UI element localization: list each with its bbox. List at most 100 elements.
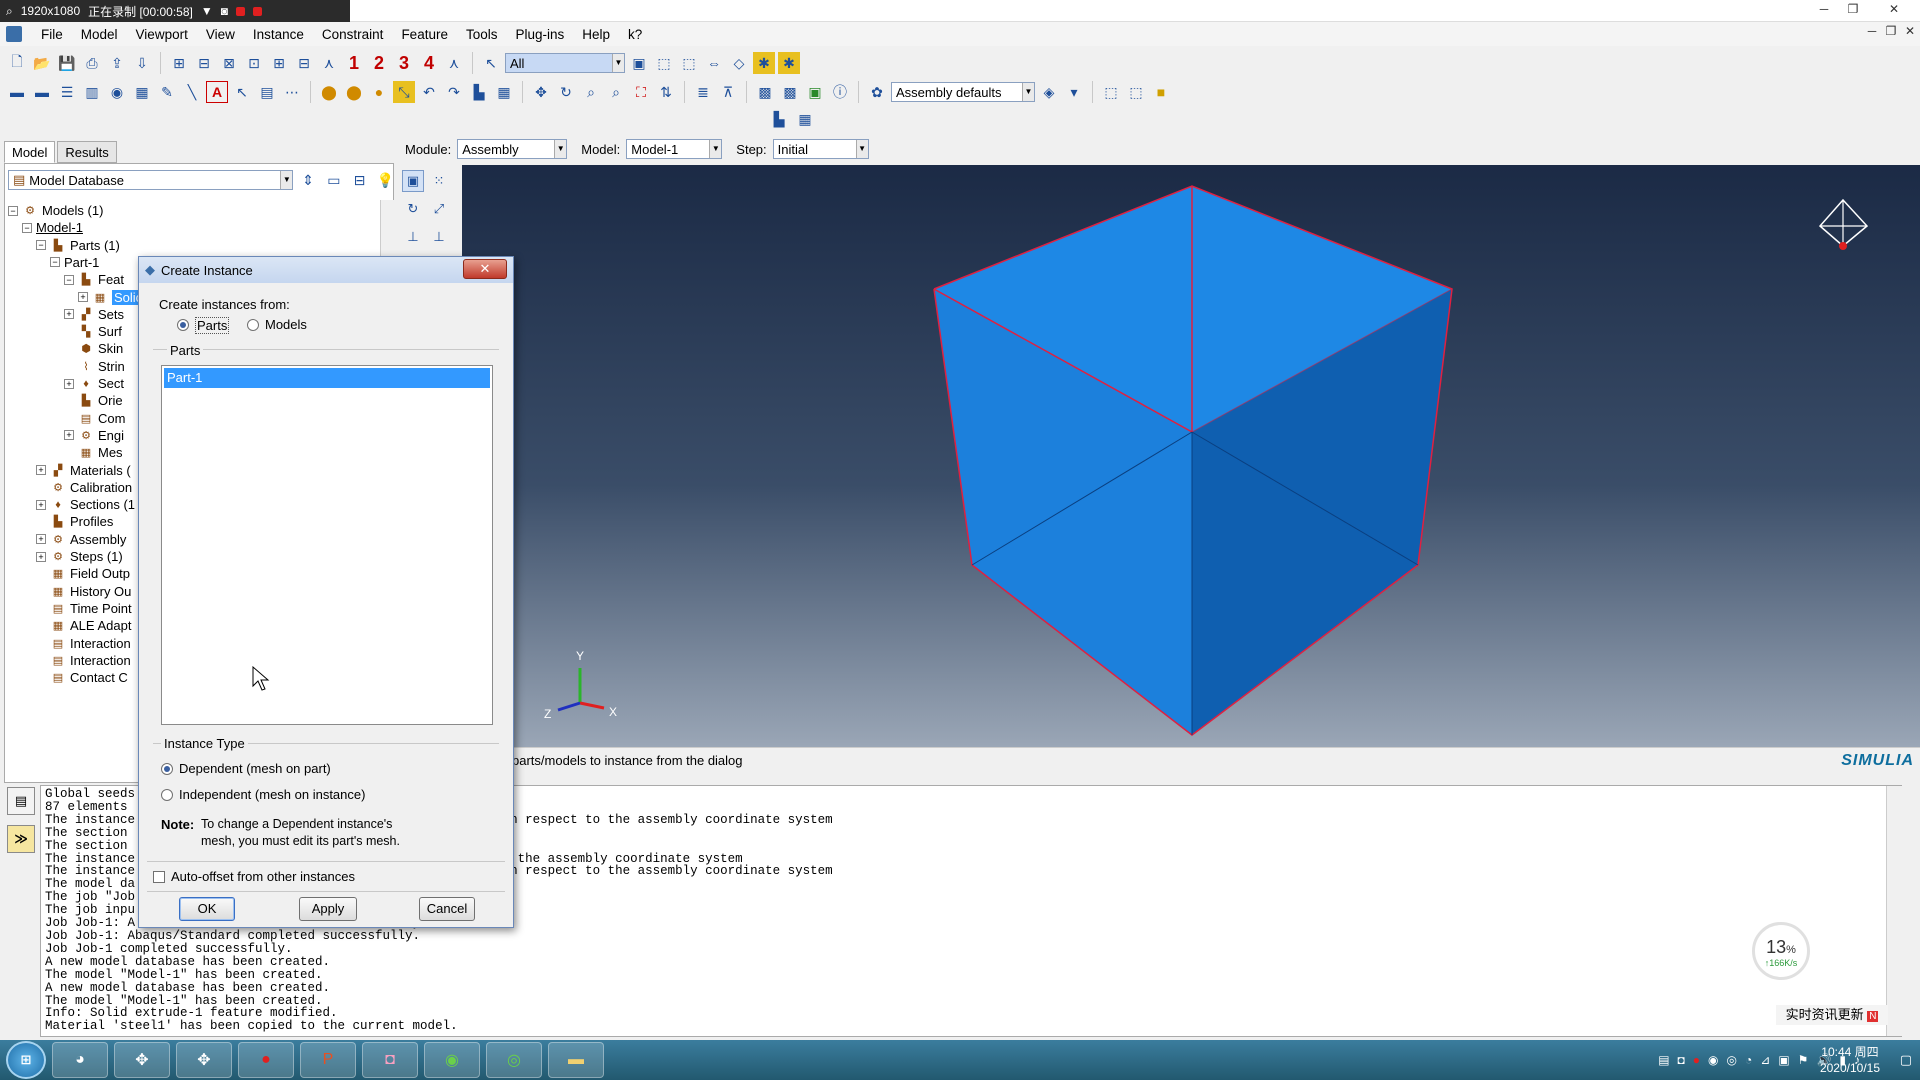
shaded-icon[interactable]: ▣ [804,81,826,103]
taskbar-wechat-icon[interactable]: ◉ [424,1042,480,1078]
menu-tools[interactable]: Tools [457,27,507,42]
undo-icon[interactable]: ↶ [418,81,440,103]
render-style-combo[interactable]: Assembly defaults ▼ [891,82,1035,102]
select-options-icon[interactable]: ▣ [628,52,650,74]
gpu-tray-icon[interactable]: ▣ [1778,1053,1789,1067]
select-box-icon[interactable]: ⬚ [653,52,675,74]
table-tool-icon[interactable]: ▦ [794,108,816,130]
view-cube-icon[interactable] [1818,198,1869,250]
menu-feature[interactable]: Feature [392,27,457,42]
dialog-close-button[interactable]: ✕ [463,259,507,279]
move-up-icon[interactable]: ⇕ [297,169,319,191]
menu-viewport[interactable]: Viewport [127,27,197,42]
redo-icon[interactable]: ↷ [443,81,465,103]
grid-icon[interactable]: ⋯ [281,81,303,103]
auto-offset-checkbox[interactable] [153,871,165,883]
ok-button[interactable]: OK [179,897,235,921]
auto-offset-label[interactable]: Auto-offset from other instances [171,869,355,884]
table-icon[interactable]: ▦ [131,81,153,103]
viewport-2-icon[interactable]: ▬ [31,81,53,103]
flag-icon[interactable]: ⚑ [1798,1053,1809,1067]
assembly-display-icon[interactable]: ▦ [493,81,515,103]
print-icon[interactable]: ⎙ [81,52,103,74]
wechat-tray-icon[interactable]: ◉ [1708,1053,1718,1067]
chevron-down-icon[interactable]: ▼ [855,140,868,158]
instance-tool-icon[interactable]: ▙ [768,108,790,130]
radio-dependent-label[interactable]: Dependent (mesh on part) [179,761,331,776]
taskbar-recorder-icon[interactable]: ● [238,1042,294,1078]
annotate-icon[interactable]: ✎ [156,81,178,103]
camera-icon[interactable]: ◙ [221,4,228,18]
collapse-tree-icon[interactable]: ⊟ [349,169,371,191]
record-tray-icon[interactable]: ● [1693,1053,1700,1067]
export-icon[interactable]: ⇪ [106,52,128,74]
constraint-icon[interactable]: ⊥ [402,226,424,248]
minimize-icon[interactable]: ─ [1814,2,1834,18]
auto-fit-icon[interactable]: ⛶ [630,81,652,103]
expand-toggle-icon[interactable]: + [64,430,74,441]
clock[interactable]: 10:44 周四 2020/10/15 [1820,1044,1880,1076]
view-2-button[interactable]: 2 [368,52,390,74]
chevron-down-icon[interactable]: ▼ [612,54,624,72]
expand-toggle-icon[interactable]: + [64,378,74,389]
expand-toggle-icon[interactable]: + [36,534,46,545]
chevron-down-icon[interactable]: ▼ [709,140,722,158]
selection-filter-combo[interactable]: All ▼ [505,53,625,73]
network-speed-widget[interactable]: 13% ↑166K/s [1752,922,1810,980]
model-combo[interactable]: Model-1 ▼ [626,139,723,159]
expand-toggle-icon[interactable]: + [78,292,88,302]
tab-results[interactable]: Results [57,141,117,163]
view-yz-icon[interactable]: ⊞ [268,52,290,74]
step-combo[interactable]: Initial ▼ [772,139,869,159]
radio-independent-label[interactable]: Independent (mesh on instance) [179,787,365,802]
ruler-icon[interactable]: ≣ [692,81,714,103]
taskbar-app-1-icon[interactable]: ◕ [52,1042,108,1078]
select-drag-icon[interactable]: ⬚ [678,52,700,74]
parts-listbox[interactable]: Part-1 [161,365,493,725]
menu-plugins[interactable]: Plug-ins [506,27,573,42]
tile-vertical-icon[interactable]: ▥ [81,81,103,103]
network-tray-icon[interactable]: ⊿ [1760,1053,1770,1067]
expand-toggle-icon[interactable]: + [36,551,46,562]
message-area-icon[interactable]: ▤ [7,787,35,815]
chevron-down-icon[interactable]: ▼ [554,140,567,158]
close-record-icon[interactable] [252,6,262,16]
rotate-instance-icon[interactable]: ↻ [402,198,424,220]
menu-model[interactable]: Model [72,27,127,42]
expand-tree-icon[interactable]: ▭ [323,169,345,191]
menu-view[interactable]: View [197,27,244,42]
view-zy-icon[interactable]: ⊟ [293,52,315,74]
model-db-combo[interactable]: ▤ Model Database ▼ [8,170,294,190]
viewport[interactable]: Y X Z [462,165,1920,747]
apply-button[interactable]: Apply [299,897,357,921]
rotate-icon[interactable]: ↻ [555,81,577,103]
dialog-title-bar[interactable]: ◆ Create Instance [139,257,513,283]
triad-icon[interactable]: ⋏ [443,52,465,74]
highlight-red-icon[interactable]: ✱ [778,52,800,74]
radio-models[interactable] [247,319,259,331]
box-shaded-icon[interactable]: ■ [1150,81,1172,103]
view-yx-icon[interactable]: ⊟ [193,52,215,74]
info-icon[interactable]: ⓘ [829,81,851,103]
text-annotation-icon[interactable]: A [206,81,228,103]
doc-minimize-icon[interactable]: ─ [1862,24,1882,40]
line-icon[interactable]: ╲ [181,81,203,103]
stop-record-icon[interactable] [235,6,245,16]
expand-toggle-icon[interactable]: − [36,240,46,251]
chevron-down-icon[interactable]: ▼ [280,171,293,189]
tray-app-icon[interactable]: ◘ [1678,1053,1685,1067]
tile-horizontal-icon[interactable]: ☰ [56,81,78,103]
box-wire-icon[interactable]: ⬚ [1100,81,1122,103]
view-1-button[interactable]: 1 [343,52,365,74]
menu-instance[interactable]: Instance [244,27,313,42]
pan-icon[interactable]: ✥ [530,81,552,103]
view-4-button[interactable]: 4 [418,52,440,74]
display-group-icon[interactable]: ◈ [1038,81,1060,103]
expand-toggle-icon[interactable]: + [36,499,46,510]
taskbar-bilibili-icon[interactable]: ◘ [362,1042,418,1078]
doc-restore-icon[interactable]: ❐ [1881,24,1901,40]
view-xz-icon[interactable]: ⊡ [243,52,265,74]
import-icon[interactable]: ⇩ [131,52,153,74]
news-ticker[interactable]: 实时资讯更新 N [1776,1005,1888,1025]
keyboard-icon[interactable]: ▤ [1658,1053,1669,1067]
